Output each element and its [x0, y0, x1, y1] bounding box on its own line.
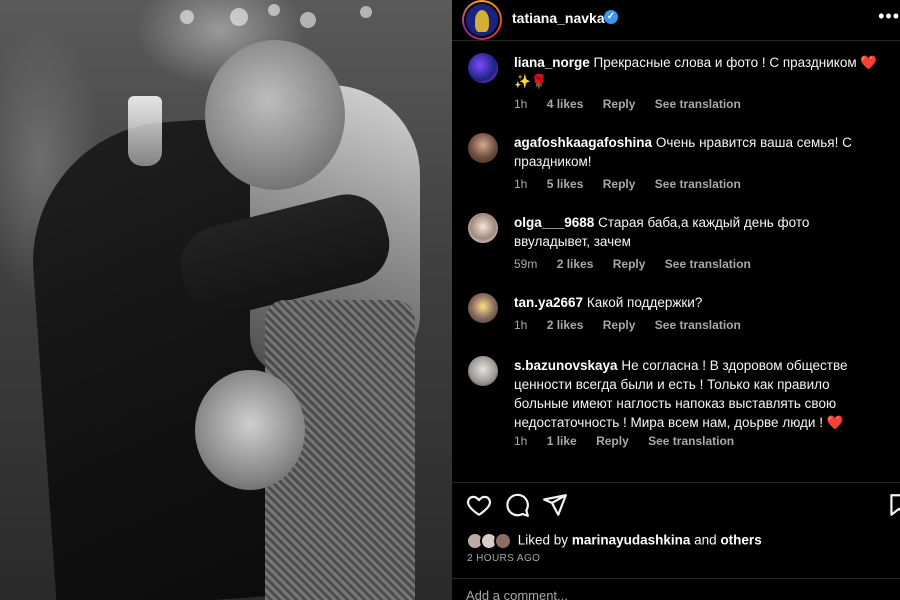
photo-champagne-glass — [128, 96, 162, 166]
commenter-username[interactable]: agafoshkaagafoshina — [514, 135, 652, 150]
comment-meta: 1h 5 likes Reply See translation — [514, 177, 757, 191]
liked-by-conjunction: and — [694, 532, 717, 548]
comment-likes[interactable]: 2 likes — [557, 257, 594, 271]
see-translation-button[interactable]: See translation — [665, 257, 751, 271]
comment-time: 1h — [514, 177, 528, 191]
liked-by-others[interactable]: others — [720, 533, 761, 548]
comment-time: 59m — [514, 257, 538, 271]
comment-meta: 1h 1 like Reply See translation — [514, 434, 750, 448]
bokeh-light — [360, 6, 372, 18]
comment-likes[interactable]: 2 likes — [547, 318, 584, 332]
comment-meta: 1h 2 likes Reply See translation — [514, 318, 757, 332]
commenter-avatar[interactable] — [468, 133, 498, 163]
comments-list[interactable]: liana_norge Прекрасные слова и фото ! С … — [452, 41, 900, 481]
author-username[interactable]: tatiana_navka — [512, 10, 605, 26]
liked-by-summary[interactable]: Liked by marinayudashkina and others — [466, 532, 762, 554]
bokeh-light — [268, 4, 280, 16]
reply-button[interactable]: Reply — [596, 434, 629, 448]
post-header: tatiana_navka ✓ ••• — [452, 0, 900, 40]
add-comment-input[interactable]: Add a comment... — [466, 588, 568, 600]
commenter-avatar[interactable] — [468, 293, 498, 323]
comment-meta: 1h 4 likes Reply See translation — [514, 97, 757, 111]
commenter-avatar[interactable] — [468, 213, 498, 243]
liker-avatars — [466, 532, 514, 550]
comment-body: s.bazunovskaya Не согласна ! В здоровом … — [514, 356, 884, 432]
see-translation-button[interactable]: See translation — [648, 434, 734, 448]
reply-button[interactable]: Reply — [613, 257, 646, 271]
commenter-avatar[interactable] — [468, 356, 498, 386]
post-side-panel: tatiana_navka ✓ ••• liana_norge Прекрасн… — [452, 0, 900, 600]
reply-button[interactable]: Reply — [603, 318, 636, 332]
comment-text: Какой поддержки? — [586, 295, 703, 310]
bokeh-light — [300, 12, 316, 28]
comment-body: liana_norge Прекрасные слова и фото ! С … — [514, 53, 884, 91]
comment-time: 1h — [514, 97, 528, 111]
comment-body: olga___9688 Старая баба,а каждый день фо… — [514, 213, 884, 251]
comment-body: agafoshkaagafoshina Очень нравится ваша … — [514, 133, 884, 171]
post-time-ago[interactable]: 2 HOURS AGO — [467, 553, 540, 564]
liked-by-user[interactable]: marinayudashkina — [572, 533, 691, 548]
commenter-username[interactable]: tan.ya2667 — [514, 295, 583, 310]
heart-icon[interactable] — [466, 492, 492, 518]
bookmark-icon[interactable] — [886, 492, 900, 518]
comment-likes[interactable]: 5 likes — [547, 177, 584, 191]
comment-body: tan.ya2667 Какой поддержки? — [514, 293, 884, 312]
see-translation-button[interactable]: See translation — [655, 318, 741, 332]
comment-meta: 59m 2 likes Reply See translation — [514, 257, 767, 271]
share-icon[interactable] — [542, 492, 568, 518]
commenter-username[interactable]: s.bazunovskaya — [514, 358, 618, 373]
liked-by-prefix: Liked by — [517, 532, 569, 548]
comment-likes[interactable]: 4 likes — [547, 97, 584, 111]
commenter-avatar[interactable] — [468, 53, 498, 83]
see-translation-button[interactable]: See translation — [655, 97, 741, 111]
reply-button[interactable]: Reply — [603, 177, 636, 191]
commenter-username[interactable]: olga___9688 — [514, 215, 594, 230]
photo-child — [195, 370, 305, 490]
commenter-username[interactable]: liana_norge — [514, 55, 590, 70]
comment-icon[interactable] — [504, 492, 530, 518]
post-actions-bar — [452, 492, 900, 522]
comment-likes[interactable]: 1 like — [547, 434, 577, 448]
author-avatar[interactable] — [462, 0, 502, 40]
reply-button[interactable]: Reply — [603, 97, 636, 111]
verified-badge-icon: ✓ — [604, 10, 618, 24]
comment-time: 1h — [514, 318, 528, 332]
comment-time: 1h — [514, 434, 528, 448]
actions-divider — [452, 482, 900, 483]
see-translation-button[interactable]: See translation — [655, 177, 741, 191]
photo-man-head — [205, 40, 345, 190]
more-options-icon[interactable]: ••• — [878, 6, 900, 27]
bokeh-light — [180, 10, 194, 24]
add-comment-divider — [452, 578, 900, 579]
bokeh-light — [230, 8, 248, 26]
post-photo[interactable] — [0, 0, 452, 600]
